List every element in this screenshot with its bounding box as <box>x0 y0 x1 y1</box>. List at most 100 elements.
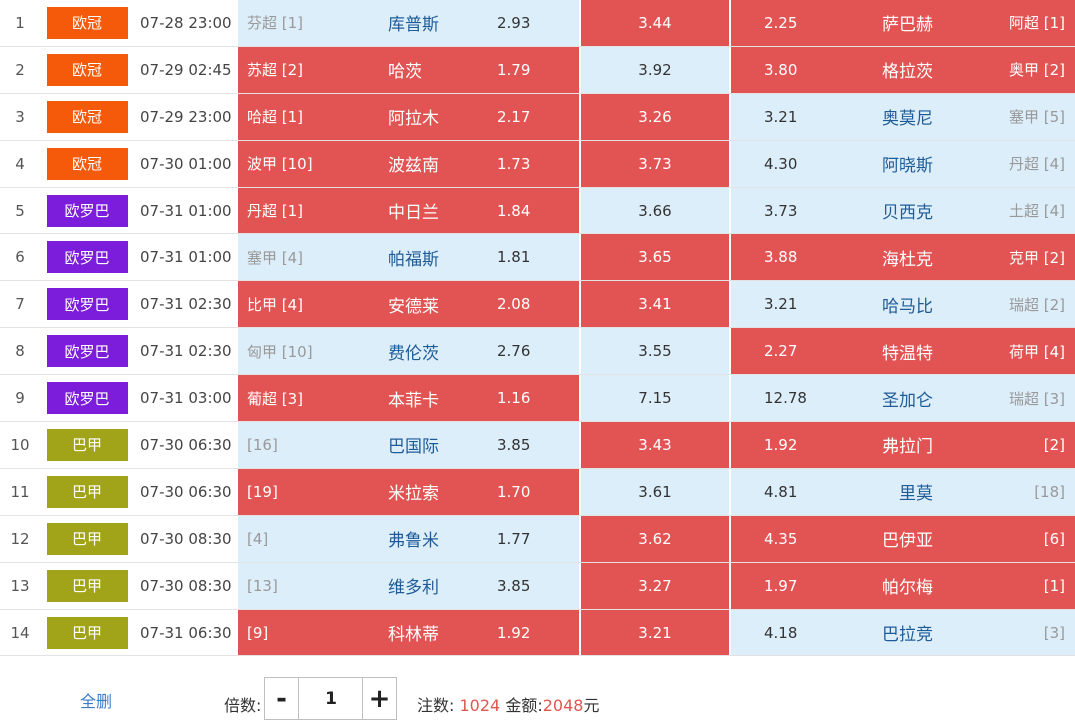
draw-option[interactable]: 3.62 <box>581 515 730 562</box>
away-win-odds: 1.97 <box>764 576 798 595</box>
multiplier-stepper: - + <box>264 677 397 720</box>
draw-option[interactable]: 3.73 <box>581 140 730 187</box>
away-win-odds: 3.21 <box>764 295 798 314</box>
away-win-option[interactable]: 3.21 奥莫尼 塞甲 [5] <box>731 93 1075 140</box>
league-badge: 欧冠 <box>46 6 128 39</box>
multiplier-input[interactable] <box>299 678 363 719</box>
away-win-option[interactable]: 3.88 海杜克 克甲 [2] <box>731 234 1075 281</box>
home-team-rank: 匈甲 [10] <box>247 342 313 361</box>
away-team-name: 贝西克 <box>882 203 933 223</box>
away-team-name: 海杜克 <box>882 249 933 270</box>
home-win-option[interactable]: [9] 科林蒂 1.92 <box>238 609 580 656</box>
away-win-option[interactable]: 4.35 巴伊亚 [6] <box>731 515 1075 562</box>
home-win-option[interactable]: 葡超 [3] 本菲卡 1.16 <box>238 375 580 422</box>
away-win-option[interactable]: 4.18 巴拉竞 [3] <box>731 609 1075 656</box>
home-team-rank: 哈超 [1] <box>247 108 304 127</box>
home-win-option[interactable]: 匈甲 [10] 费伦茨 2.76 <box>238 328 580 375</box>
draw-option[interactable]: 3.65 <box>581 234 730 281</box>
league-badge: 巴甲 <box>46 616 128 649</box>
away-team-name: 萨巴赫 <box>882 15 933 36</box>
draw-option[interactable]: 3.92 <box>581 46 730 93</box>
away-win-option[interactable]: 3.73 贝西克 土超 [4] <box>731 187 1075 234</box>
match-number: 10 <box>10 435 30 454</box>
home-win-option[interactable]: 塞甲 [4] 帕福斯 1.81 <box>238 234 580 281</box>
home-win-odds: 3.85 <box>497 576 531 595</box>
league-badge: 欧罗巴 <box>46 194 128 227</box>
home-win-option[interactable]: 哈超 [1] 阿拉木 2.17 <box>238 93 580 140</box>
home-team-rank: 苏超 [2] <box>247 61 304 80</box>
bet-summary: 注数: 1024 金额:2048元 <box>417 692 599 716</box>
draw-option[interactable]: 3.66 <box>581 187 730 234</box>
home-win-option[interactable]: [4] 弗鲁米 1.77 <box>238 515 580 562</box>
draw-option[interactable]: 3.41 <box>581 281 730 328</box>
home-team-rank: 波甲 [10] <box>247 155 313 174</box>
home-win-option[interactable]: 苏超 [2] 哈茨 1.79 <box>238 46 580 93</box>
match-row: 10 巴甲 07-30 06:30 [16] 巴国际 3.85 3.43 1.9… <box>0 422 1075 469</box>
away-win-option[interactable]: 4.30 阿晓斯 丹超 [4] <box>731 140 1075 187</box>
match-number: 1 <box>15 13 25 32</box>
home-team-rank: 葡超 [3] <box>247 389 304 408</box>
league-tag-cell: 欧罗巴 <box>46 375 128 421</box>
match-time: 07-31 01:00 <box>140 201 232 220</box>
match-time: 07-30 08:30 <box>140 529 232 548</box>
away-win-option[interactable]: 1.97 帕尔梅 [1] <box>731 562 1075 609</box>
increment-button[interactable]: + <box>362 678 396 719</box>
home-win-option[interactable]: [13] 维多利 3.85 <box>238 562 580 609</box>
away-win-option[interactable]: 3.80 格拉茨 奥甲 [2] <box>731 46 1075 93</box>
away-win-odds: 3.21 <box>764 107 798 126</box>
home-team-rank: [13] <box>247 576 278 595</box>
away-team-rank: 丹超 [4] <box>1008 155 1065 174</box>
home-team-name: 科林蒂 <box>388 625 439 646</box>
away-team-name: 阿晓斯 <box>882 156 933 177</box>
home-team-name: 费伦茨 <box>388 343 439 364</box>
away-team-rank: 瑞超 [3] <box>1008 389 1065 408</box>
home-win-option[interactable]: [19] 米拉索 1.70 <box>238 468 580 515</box>
home-win-odds: 2.76 <box>497 342 531 361</box>
multiplier-label: 倍数: <box>224 696 262 715</box>
home-win-option[interactable]: 比甲 [4] 安德莱 2.08 <box>238 281 580 328</box>
home-win-option[interactable]: 芬超 [1] 库普斯 2.93 <box>238 0 580 46</box>
away-team-rank: 瑞超 [2] <box>1008 295 1065 314</box>
home-win-option[interactable]: [16] 巴国际 3.85 <box>238 422 580 468</box>
draw-option[interactable]: 3.27 <box>581 562 730 609</box>
match-row: 14 巴甲 07-31 06:30 [9] 科林蒂 1.92 3.21 4.18… <box>0 609 1075 657</box>
draw-option[interactable]: 3.61 <box>581 468 730 515</box>
clear-all-button[interactable]: 全删 <box>80 688 112 712</box>
match-number: 7 <box>15 295 25 314</box>
home-team-name: 库普斯 <box>388 15 439 36</box>
home-win-option[interactable]: 丹超 [1] 中日兰 1.84 <box>238 187 580 234</box>
home-win-odds: 2.08 <box>497 295 531 314</box>
away-team-name: 特温特 <box>882 343 933 364</box>
league-badge: 巴甲 <box>46 569 128 602</box>
decrement-button[interactable]: - <box>265 678 299 719</box>
away-win-option[interactable]: 2.25 萨巴赫 阿超 [1] <box>731 0 1075 46</box>
away-win-option[interactable]: 3.21 哈马比 瑞超 [2] <box>731 281 1075 328</box>
match-list: 1 欧冠 07-28 23:00 芬超 [1] 库普斯 2.93 3.44 2.… <box>0 0 1075 657</box>
league-tag-cell: 欧罗巴 <box>46 188 128 234</box>
draw-option[interactable]: 3.21 <box>581 609 730 656</box>
away-win-option[interactable]: 12.78 圣加仑 瑞超 [3] <box>731 375 1075 422</box>
draw-option[interactable]: 3.55 <box>581 328 730 375</box>
bets-label: 注数: <box>417 696 455 715</box>
currency-unit: 元 <box>583 696 600 715</box>
away-win-option[interactable]: 1.92 弗拉门 [2] <box>731 422 1075 468</box>
match-time: 07-30 01:00 <box>140 154 232 173</box>
match-row: 9 欧罗巴 07-31 03:00 葡超 [3] 本菲卡 1.16 7.15 1… <box>0 375 1075 423</box>
match-time: 07-29 02:45 <box>140 60 232 79</box>
away-win-option[interactable]: 2.27 特温特 荷甲 [4] <box>731 328 1075 375</box>
draw-option[interactable]: 3.44 <box>581 0 730 46</box>
match-time: 07-31 02:30 <box>140 295 232 314</box>
home-team-name: 帕福斯 <box>388 249 439 270</box>
draw-option[interactable]: 3.43 <box>581 422 730 468</box>
draw-option[interactable]: 3.26 <box>581 93 730 140</box>
away-win-option[interactable]: 4.81 里莫 [18] <box>731 468 1075 515</box>
league-badge: 欧冠 <box>46 53 128 86</box>
match-row: 8 欧罗巴 07-31 02:30 匈甲 [10] 费伦茨 2.76 3.55 … <box>0 328 1075 376</box>
home-win-option[interactable]: 波甲 [10] 波兹南 1.73 <box>238 140 580 187</box>
away-team-name: 帕尔梅 <box>882 578 933 599</box>
home-win-odds: 1.70 <box>497 482 531 501</box>
match-number: 14 <box>10 623 30 642</box>
home-team-rank: 芬超 [1] <box>247 14 304 33</box>
home-team-name: 安德莱 <box>388 296 439 317</box>
draw-option[interactable]: 7.15 <box>581 375 730 422</box>
